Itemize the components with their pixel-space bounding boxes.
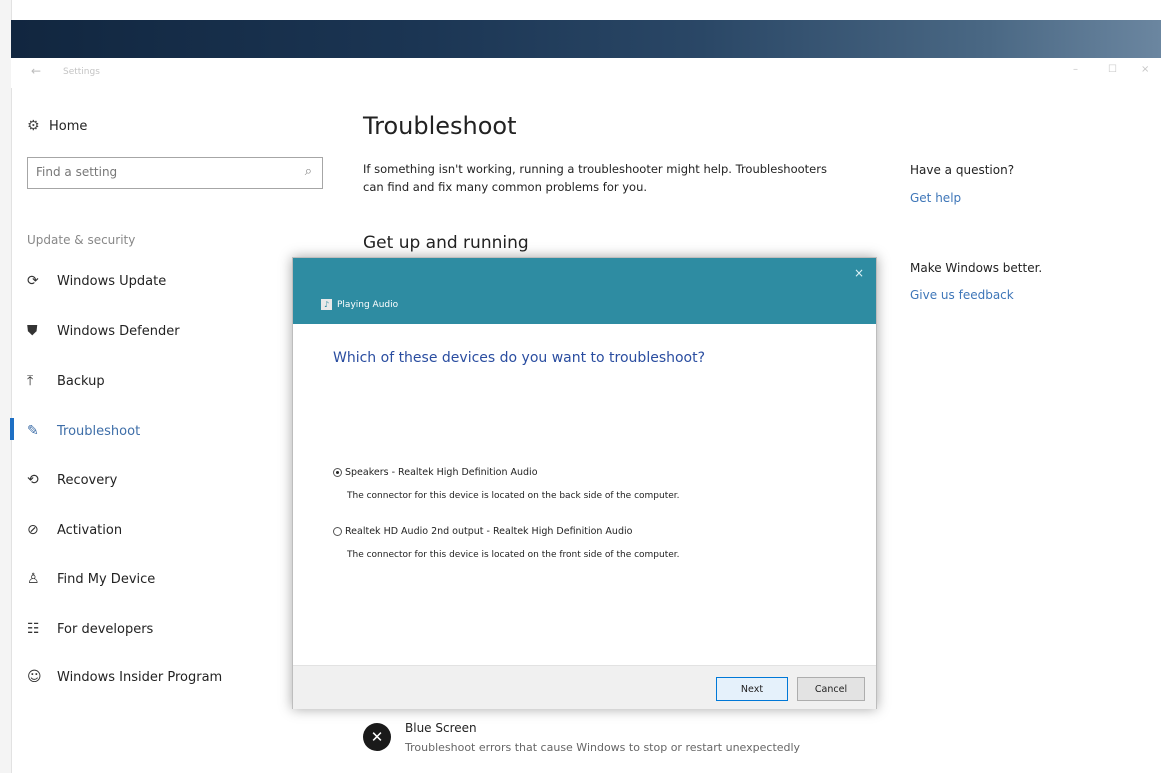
minimize-icon[interactable]: – xyxy=(1073,64,1078,75)
give-feedback-link[interactable]: Give us feedback xyxy=(910,288,1014,302)
page-title: Troubleshoot xyxy=(363,112,517,140)
back-arrow-icon[interactable]: ← xyxy=(31,64,41,78)
person-icon: ♙ xyxy=(27,571,40,587)
window-titlebar: ← Settings – ☐ × xyxy=(11,58,1161,88)
intro-text: If something isn't working, running a tr… xyxy=(363,162,827,194)
speaker-icon: ♪ xyxy=(321,299,332,310)
sidebar-item-label: Activation xyxy=(57,523,123,538)
maximize-icon[interactable]: ☐ xyxy=(1108,64,1117,75)
device-option-realtek-2nd-output[interactable]: Realtek HD Audio 2nd output - Realtek Hi… xyxy=(333,521,853,560)
dialog-footer: Next Cancel xyxy=(293,665,876,709)
home-label: Home xyxy=(49,119,88,134)
sidebar-item-find-my-device[interactable]: ♙ Find My Device xyxy=(27,571,327,601)
developer-icon: ☷ xyxy=(27,621,40,637)
wizard-title: ♪ Playing Audio xyxy=(321,299,398,310)
sidebar-item-label: Windows Insider Program xyxy=(57,670,223,685)
sidebar-item-windows-defender[interactable]: ⛊ Windows Defender xyxy=(27,323,327,353)
search-field[interactable]: ⌕ xyxy=(27,157,323,189)
sidebar-item-windows-insider-program[interactable]: ☺ Windows Insider Program xyxy=(27,669,327,699)
shield-icon: ⛊ xyxy=(27,323,38,339)
search-input[interactable] xyxy=(28,158,294,186)
sidebar-item-label: Troubleshoot xyxy=(57,424,141,439)
sidebar-item-label: Windows Defender xyxy=(57,324,180,339)
section-heading: Get up and running xyxy=(363,233,529,253)
cancel-button[interactable]: Cancel xyxy=(797,677,865,701)
refresh-icon: ⟳ xyxy=(27,273,39,289)
check-circle-icon: ⊘ xyxy=(27,522,39,538)
desktop-wallpaper-band xyxy=(11,20,1161,58)
sidebar-item-label: Find My Device xyxy=(57,572,156,587)
device-option-description: The connector for this device is located… xyxy=(347,550,680,560)
insider-icon: ☺ xyxy=(27,669,42,685)
device-option-label[interactable]: Speakers - Realtek High Definition Audio xyxy=(345,467,538,478)
device-option-label[interactable]: Realtek HD Audio 2nd output - Realtek Hi… xyxy=(345,526,632,537)
sidebar-home[interactable]: ⚙ Home xyxy=(27,118,87,134)
section-label: Update & security xyxy=(27,233,136,247)
sidebar-item-recovery[interactable]: ⟲ Recovery xyxy=(27,472,327,502)
sidebar-item-label: For developers xyxy=(57,622,154,637)
dialog-header: × ♪ Playing Audio xyxy=(293,258,876,324)
radio-unselected[interactable] xyxy=(333,527,342,536)
troubleshooter-dialog: × ♪ Playing Audio Which of these devices … xyxy=(292,257,877,709)
wizard-title-label: Playing Audio xyxy=(337,300,399,310)
active-indicator xyxy=(10,418,14,440)
sidebar-item-windows-update[interactable]: ⟳ Windows Update xyxy=(27,273,327,303)
search-icon[interactable]: ⌕ xyxy=(305,164,312,179)
device-option-description: The connector for this device is located… xyxy=(347,491,680,501)
sidebar-item-for-developers[interactable]: ☷ For developers xyxy=(27,621,327,651)
sidebar-item-label: Recovery xyxy=(57,473,118,488)
sidebar-item-backup[interactable]: ⤒ Backup xyxy=(27,373,327,403)
close-window-icon[interactable]: × xyxy=(1141,64,1149,75)
window-title: Settings xyxy=(63,67,100,77)
sidebar-item-activation[interactable]: ⊘ Activation xyxy=(27,522,327,552)
troubleshooter-title: Blue Screen xyxy=(405,721,477,735)
feedback-heading: Make Windows better. xyxy=(910,261,1043,275)
get-help-link[interactable]: Get help xyxy=(910,191,961,205)
settings-sidebar: ⚙ Home ⌕ Update & security ⟳ Windows Updat… xyxy=(10,88,331,773)
gear-icon: ⚙ xyxy=(27,118,40,134)
radio-selected[interactable] xyxy=(333,468,342,477)
sidebar-item-label: Windows Update xyxy=(57,274,167,289)
history-icon: ⟲ xyxy=(27,472,39,488)
dialog-question: Which of these devices do you want to tr… xyxy=(333,350,706,366)
backup-icon: ⤒ xyxy=(27,373,34,389)
close-circle-icon: ✕ xyxy=(363,723,391,751)
sidebar-item-troubleshoot[interactable]: ✎ Troubleshoot xyxy=(27,423,327,453)
troubleshooter-description: Troubleshoot errors that cause Windows t… xyxy=(405,741,801,754)
wrench-icon: ✎ xyxy=(27,423,39,439)
close-icon[interactable]: × xyxy=(854,266,864,280)
next-button[interactable]: Next xyxy=(716,677,788,701)
sidebar-item-label: Backup xyxy=(57,374,105,389)
question-heading: Have a question? xyxy=(910,163,1015,177)
device-option-speakers[interactable]: Speakers - Realtek High Definition Audio… xyxy=(333,462,853,501)
